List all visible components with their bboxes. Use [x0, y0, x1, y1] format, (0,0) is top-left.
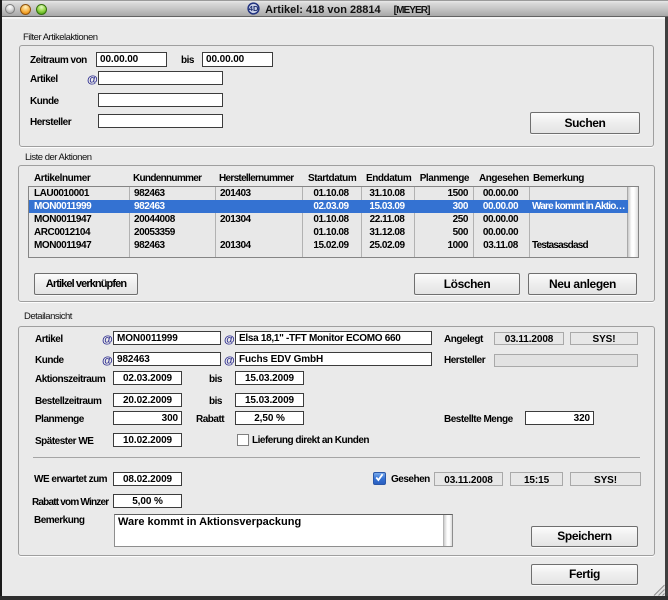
svg-text:4D: 4D [249, 4, 259, 13]
